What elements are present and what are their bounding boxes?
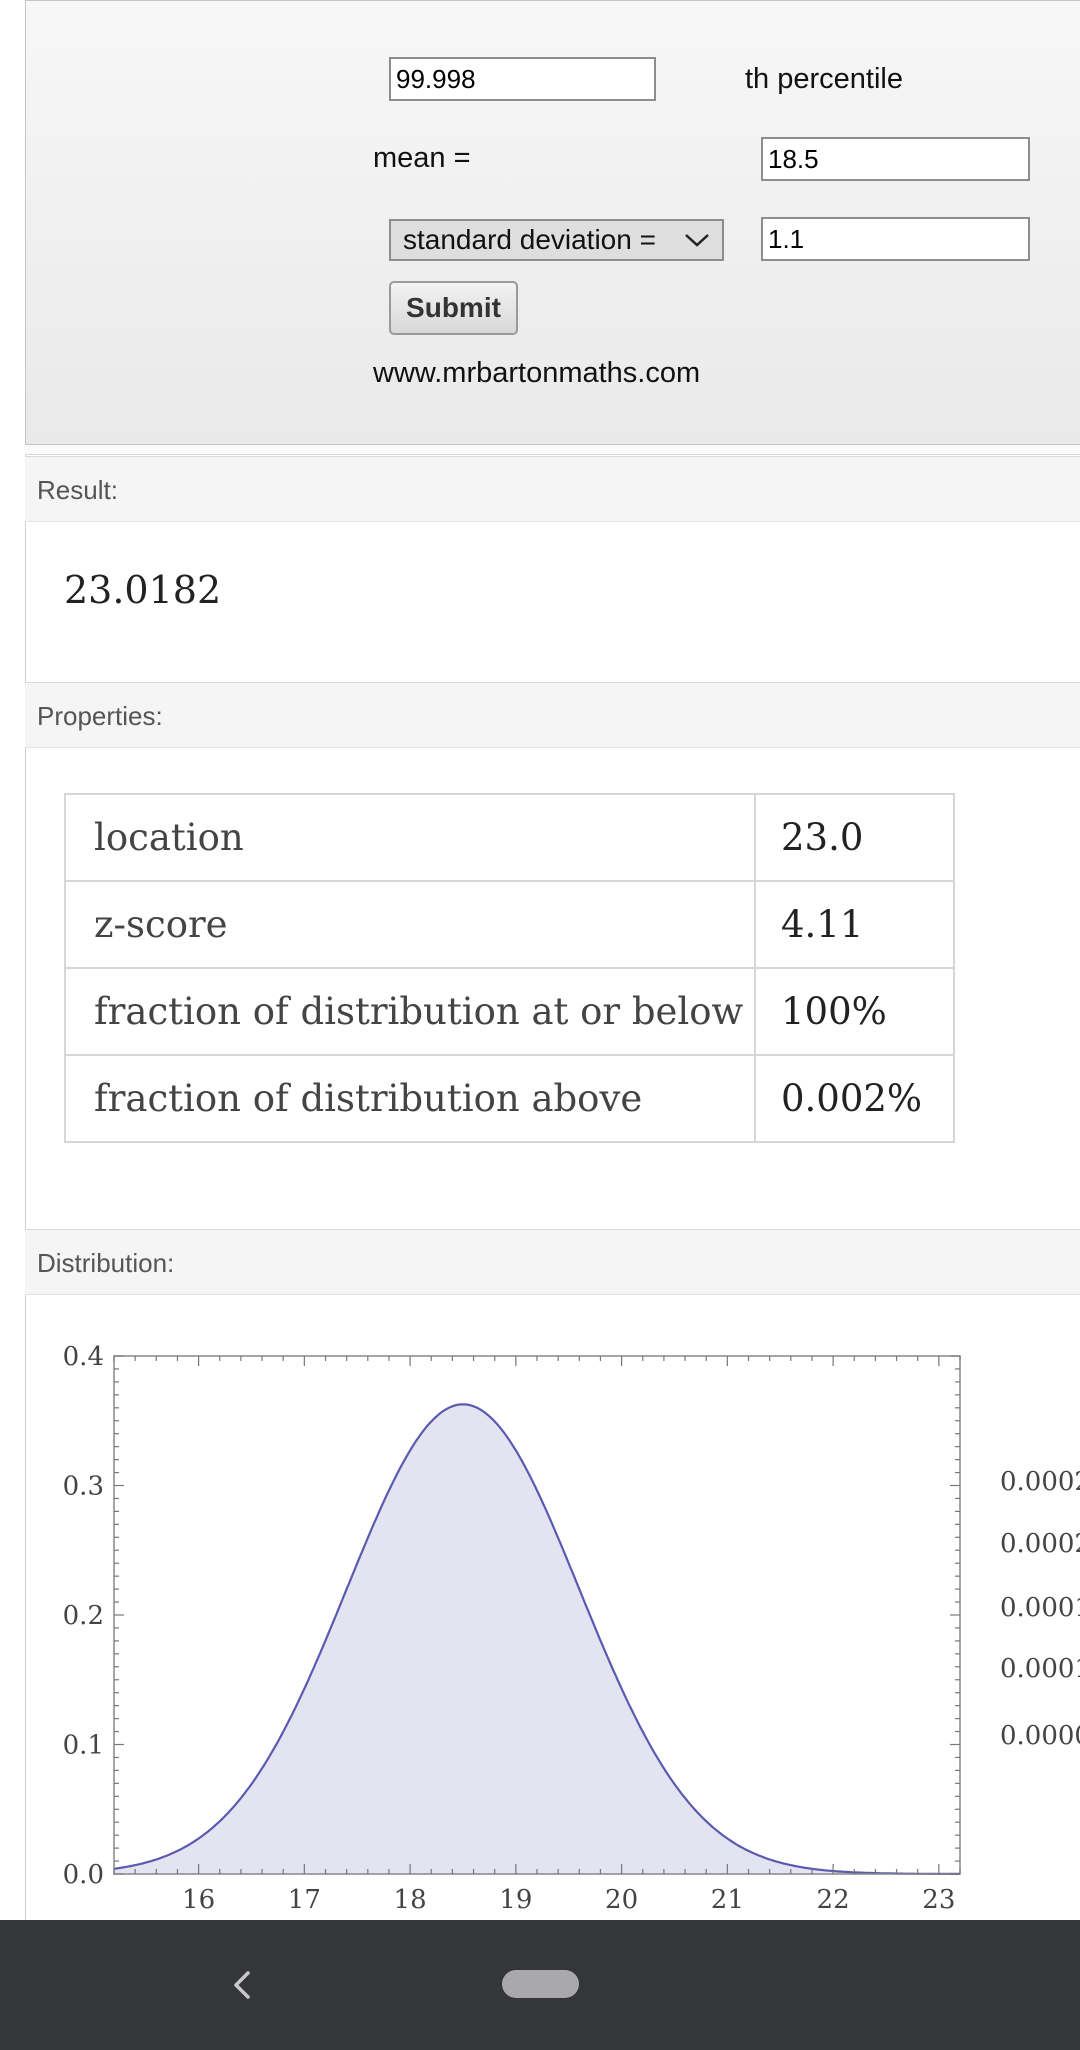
inset-y-tick-label: 0.0002 <box>1000 1529 1080 1559</box>
table-row: location 23.0 <box>64 793 955 882</box>
percentile-input[interactable] <box>389 57 656 101</box>
distribution-chart: 16 17 18 19 20 21 22 23 0.0 0.1 0.2 0.3 0.4 0.0002 0.0… <box>63 1342 1080 1915</box>
parameter-select[interactable]: standard deviation = <box>389 219 724 261</box>
page: th percentile mean = standard deviation … <box>0 0 1080 2050</box>
distribution-pod-title: Distribution: <box>37 1248 175 1278</box>
x-tick-label: 19 <box>499 1885 532 1915</box>
result-value: 23.0182 <box>64 568 222 612</box>
table-row: fraction of distribution above 0.002% <box>64 1054 955 1143</box>
x-tick-label: 16 <box>182 1885 215 1915</box>
site-link[interactable]: www.mrbartonmaths.com <box>373 357 700 390</box>
x-tick-label: 22 <box>817 1885 850 1915</box>
y-tick-label: 0.3 <box>63 1472 104 1502</box>
properties-table: location 23.0 z-score 4.11 fraction of d… <box>64 793 955 1143</box>
mean-input[interactable] <box>761 137 1030 181</box>
property-label: fraction of distribution above <box>64 1054 756 1143</box>
properties-pod-title: Properties: <box>37 701 163 731</box>
property-value: 100% <box>754 967 955 1056</box>
form-divider <box>25 445 1080 455</box>
properties-pod-header: Properties: <box>25 682 1080 748</box>
distribution-pod-header: Distribution: <box>25 1229 1080 1295</box>
x-tick-label: 17 <box>288 1885 321 1915</box>
result-pod-title: Result: <box>37 475 118 505</box>
inset-y-tick-label: 0.0000 <box>1000 1721 1080 1751</box>
submit-button[interactable]: Submit <box>389 281 518 335</box>
property-label: z-score <box>64 880 756 969</box>
result-pod-header: Result: <box>25 456 1080 522</box>
inset-y-tick-label: 0.0002 <box>1000 1467 1080 1497</box>
chevron-down-icon <box>685 234 709 247</box>
y-tick-label: 0.0 <box>63 1860 104 1890</box>
property-label: fraction of distribution at or below <box>64 967 756 1056</box>
y-tick-label: 0.1 <box>63 1731 104 1761</box>
x-tick-label: 23 <box>922 1885 955 1915</box>
mean-label: mean = <box>373 142 471 174</box>
x-tick-label: 20 <box>605 1885 638 1915</box>
property-label: location <box>64 793 756 882</box>
table-row: z-score 4.11 <box>64 880 955 969</box>
inset-y-tick-label: 0.0001 <box>1000 1593 1080 1623</box>
chevron-left-icon[interactable] <box>222 1965 262 2005</box>
y-tick-label: 0.2 <box>63 1601 104 1631</box>
property-value: 23.0 <box>754 793 955 882</box>
x-tick-label: 21 <box>711 1885 744 1915</box>
density-area <box>114 1404 960 1874</box>
property-value: 0.002% <box>754 1054 955 1143</box>
y-tick-label: 0.4 <box>63 1342 104 1372</box>
sd-input[interactable] <box>761 217 1030 261</box>
home-pill-icon[interactable] <box>502 1970 579 1998</box>
parameter-select-label: standard deviation = <box>403 224 656 255</box>
percentile-label: th percentile <box>745 63 903 95</box>
property-value: 4.11 <box>754 880 955 969</box>
inset-y-tick-label: 0.0001 <box>1000 1654 1080 1684</box>
table-row: fraction of distribution at or below 100… <box>64 967 955 1056</box>
x-tick-label: 18 <box>394 1885 427 1915</box>
